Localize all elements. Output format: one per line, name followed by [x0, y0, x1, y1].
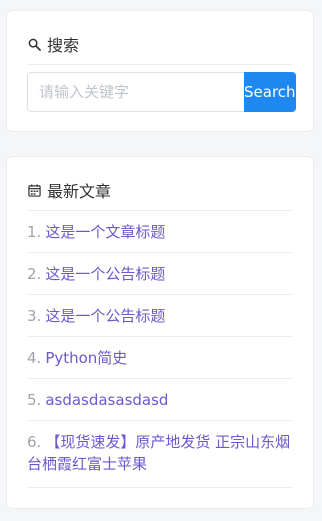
article-link[interactable]: Python简史	[45, 349, 127, 367]
list-item: 4. Python简史	[27, 337, 293, 379]
article-number: 3.	[27, 307, 42, 325]
article-number: 5.	[27, 391, 42, 409]
article-link[interactable]: 这是一个文章标题	[45, 223, 165, 241]
search-title: 搜索	[47, 36, 80, 55]
latest-articles-title: 最新文章	[47, 182, 112, 201]
search-form: Search	[27, 72, 296, 112]
article-number: 6.	[27, 433, 42, 451]
article-number: 1.	[27, 223, 42, 241]
article-number: 2.	[27, 265, 42, 283]
list-item: 2. 这是一个公告标题	[27, 253, 293, 295]
article-link[interactable]: asdasdasasdasd	[45, 391, 168, 409]
search-header: 搜索	[27, 33, 293, 55]
list-item: 5. asdasdasasdasd	[27, 379, 293, 421]
list-item: 3. 这是一个公告标题	[27, 295, 293, 337]
article-list: 1. 这是一个文章标题 2. 这是一个公告标题 3. 这是一个公告标题 4. Pytho…	[27, 211, 293, 488]
search-divider	[27, 64, 293, 65]
article-link[interactable]: 这是一个公告标题	[45, 265, 165, 283]
article-link[interactable]: 这是一个公告标题	[45, 307, 165, 325]
search-icon	[27, 37, 41, 51]
search-card: 搜索 Search	[6, 10, 314, 132]
search-button[interactable]: Search	[244, 72, 296, 112]
article-number: 4.	[27, 349, 42, 367]
article-link[interactable]: 【现货速发】原产地发货 正宗山东烟台栖霞红富士苹果	[27, 433, 290, 473]
latest-articles-header: 最新文章	[27, 179, 293, 201]
search-input[interactable]	[27, 72, 244, 112]
list-item: 1. 这是一个文章标题	[27, 211, 293, 253]
list-item: 6. 【现货速发】原产地发货 正宗山东烟台栖霞红富士苹果	[27, 421, 293, 488]
latest-articles-card: 最新文章 1. 这是一个文章标题 2. 这是一个公告标题 3. 这是一个公告标题 4.…	[6, 156, 314, 509]
calendar-icon	[27, 183, 41, 197]
